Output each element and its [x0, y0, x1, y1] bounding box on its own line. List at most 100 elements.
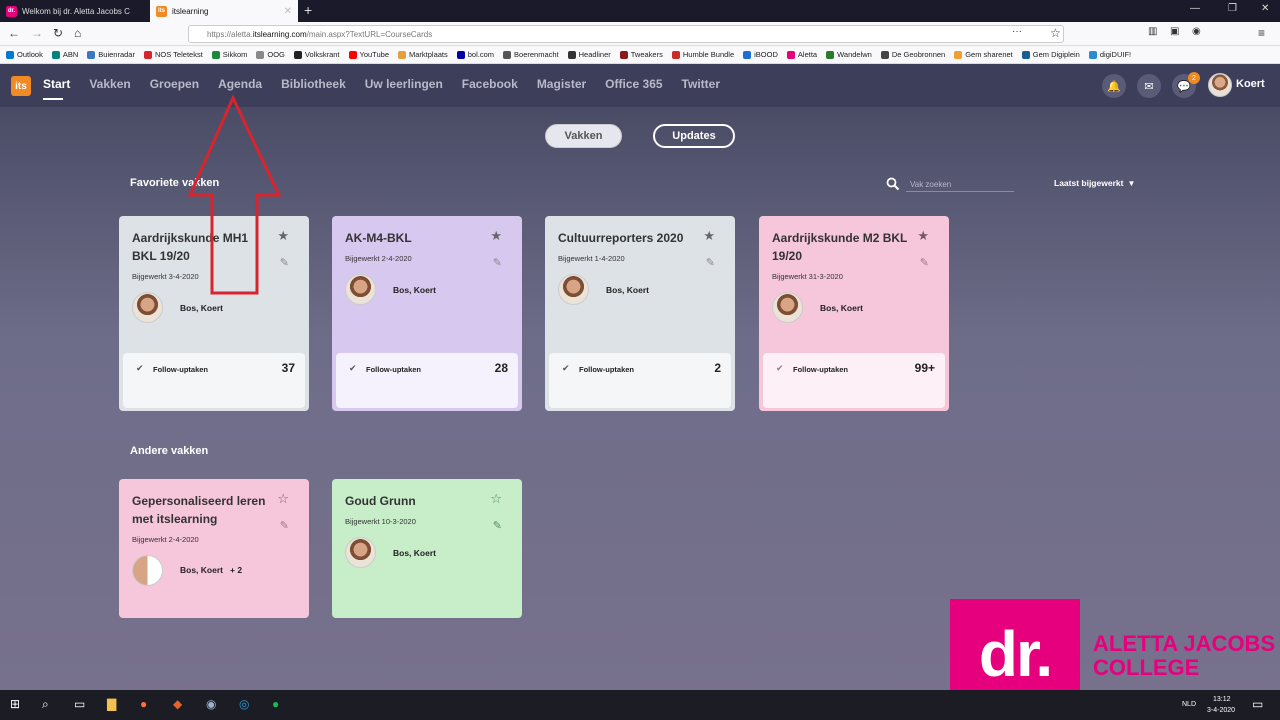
sort-dropdown[interactable]: Laatst bijgewerkt ▼: [1054, 178, 1135, 188]
bookmark-item[interactable]: Aletta: [786, 50, 817, 59]
library-icon[interactable]: ▥: [1148, 26, 1157, 37]
tab-itslearning[interactable]: its itslearning ✕: [150, 0, 298, 22]
pencil-icon[interactable]: ✎: [493, 256, 502, 269]
star-outline-icon[interactable]: ☆: [490, 491, 502, 507]
spotify-icon[interactable]: ●: [272, 697, 279, 711]
back-icon[interactable]: ←: [8, 26, 20, 40]
pencil-icon[interactable]: ✎: [280, 519, 289, 532]
bookmark-item[interactable]: Outlook: [6, 50, 43, 59]
notifications-bell-icon[interactable]: 🔔: [1102, 74, 1126, 98]
tab-aletta[interactable]: dr. Welkom bij dr. Aletta Jacobs C: [0, 0, 150, 22]
bookmark-item[interactable]: ABN: [51, 50, 78, 59]
course-title[interactable]: Goud Grunn: [345, 492, 485, 510]
follow-up-panel[interactable]: ✔ Follow-uptaken 99+: [763, 353, 945, 408]
bookmark-item[interactable]: iBOOD: [743, 50, 778, 59]
minimize-icon[interactable]: —: [1190, 3, 1200, 14]
course-card[interactable]: Goud Grunn Bijgewerkt 10-3-2020 ☆ ✎ Bos,…: [332, 479, 522, 618]
bookmark-item[interactable]: Humble Bundle: [671, 50, 734, 59]
nav-facebook[interactable]: Facebook: [462, 77, 518, 91]
bookmark-item[interactable]: Gem sharenet: [954, 50, 1013, 59]
home-icon[interactable]: ⌂: [74, 26, 81, 40]
brave-icon[interactable]: ◆: [173, 697, 182, 711]
course-title[interactable]: AK-M4-BKL: [345, 229, 485, 247]
close-window-icon[interactable]: ✕: [1261, 3, 1269, 14]
star-filled-icon[interactable]: ★: [490, 228, 502, 244]
notification-center-icon[interactable]: ▭: [1252, 697, 1263, 711]
star-filled-icon[interactable]: ★: [703, 228, 715, 244]
user-name[interactable]: Koert: [1236, 78, 1265, 90]
clock-date[interactable]: 3-4-2020: [1207, 707, 1235, 714]
toggle-updates[interactable]: Updates: [653, 124, 735, 148]
sidebar-icon[interactable]: ▣: [1170, 26, 1179, 37]
bookmark-item[interactable]: Boerenmacht: [503, 50, 559, 59]
file-explorer-icon[interactable]: ▇: [107, 697, 116, 711]
course-card[interactable]: Aardrijkskunde MH1 BKL 19/20 Bijgewerkt …: [119, 216, 309, 411]
bookmark-star-icon[interactable]: ☆: [1050, 26, 1061, 40]
course-title[interactable]: Aardrijkskunde MH1 BKL 19/20: [132, 229, 272, 265]
course-title[interactable]: Cultuurreporters 2020: [558, 229, 718, 247]
bookmark-item[interactable]: Volkskrant: [293, 50, 340, 59]
course-card[interactable]: Gepersonaliseerd leren met itslearning B…: [119, 479, 309, 618]
pencil-icon[interactable]: ✎: [280, 256, 289, 269]
bookmark-item[interactable]: Marktplaats: [398, 50, 448, 59]
follow-up-panel[interactable]: ✔ Follow-uptaken 37: [123, 353, 305, 408]
follow-up-panel[interactable]: ✔ Follow-uptaken 2: [549, 353, 731, 408]
bookmark-item[interactable]: bol.com: [456, 50, 494, 59]
course-card[interactable]: Aardrijkskunde M2 BKL 19/20 Bijgewerkt 3…: [759, 216, 949, 411]
course-search-input[interactable]: [906, 177, 1014, 192]
follow-up-panel[interactable]: ✔ Follow-uptaken 28: [336, 353, 518, 408]
itslearning-logo[interactable]: its: [11, 76, 31, 96]
firefox-icon[interactable]: ●: [140, 697, 147, 711]
bookmark-item[interactable]: Tweakers: [619, 50, 663, 59]
nav-twitter[interactable]: Twitter: [682, 77, 720, 91]
pencil-icon[interactable]: ✎: [493, 519, 502, 532]
bookmark-item[interactable]: Headliner: [567, 50, 611, 59]
bookmark-item[interactable]: De Geobronnen: [880, 50, 945, 59]
steam-icon[interactable]: ◉: [206, 697, 216, 711]
star-outline-icon[interactable]: ☆: [277, 491, 289, 507]
pencil-icon[interactable]: ✎: [706, 256, 715, 269]
app-icon[interactable]: ◎: [239, 697, 249, 711]
bookmark-item[interactable]: YouTube: [348, 50, 389, 59]
close-tab-icon[interactable]: ✕: [284, 6, 292, 17]
account-icon[interactable]: ◉: [1192, 26, 1201, 37]
nav-magister[interactable]: Magister: [537, 77, 586, 91]
nav-office-365[interactable]: Office 365: [605, 77, 662, 91]
nav-uw-leerlingen[interactable]: Uw leerlingen: [365, 77, 443, 91]
more-icon[interactable]: ···: [1012, 26, 1022, 37]
course-card[interactable]: Cultuurreporters 2020 Bijgewerkt 1-4-202…: [545, 216, 735, 411]
language-indicator[interactable]: NLD: [1182, 701, 1196, 708]
bookmark-item[interactable]: Sikkom: [211, 50, 247, 59]
clock-time[interactable]: 13:12: [1213, 696, 1231, 703]
nav-bibliotheek[interactable]: Bibliotheek: [281, 77, 346, 91]
bookmark-item[interactable]: Wandelwn: [826, 50, 872, 59]
windows-start-icon[interactable]: ⊞: [10, 697, 20, 711]
nav-agenda[interactable]: Agenda: [218, 77, 262, 91]
course-card[interactable]: AK-M4-BKL Bijgewerkt 2-4-2020 ★ ✎ Bos, K…: [332, 216, 522, 411]
maximize-icon[interactable]: ❐: [1228, 3, 1237, 14]
star-filled-icon[interactable]: ★: [277, 228, 289, 244]
user-avatar[interactable]: [1208, 73, 1232, 97]
bookmark-item[interactable]: Buienradar: [87, 50, 135, 59]
course-title[interactable]: Aardrijkskunde M2 BKL 19/20: [772, 229, 912, 265]
nav-groepen[interactable]: Groepen: [150, 77, 199, 91]
menu-icon[interactable]: ≡: [1258, 26, 1265, 40]
bookmark-item[interactable]: NOS Teletekst: [143, 50, 203, 59]
bookmark-item[interactable]: OOG: [256, 50, 285, 59]
mail-icon[interactable]: ✉: [1137, 74, 1161, 98]
star-filled-icon[interactable]: ★: [917, 228, 929, 244]
bookmark-item[interactable]: digiDUIF!: [1088, 50, 1131, 59]
taskbar-search-icon[interactable]: ⌕: [42, 697, 49, 712]
forward-icon[interactable]: →: [31, 26, 43, 40]
toggle-vakken[interactable]: Vakken: [545, 124, 622, 148]
search-icon[interactable]: [886, 177, 900, 191]
new-tab-button[interactable]: +: [304, 2, 312, 18]
task-view-icon[interactable]: ▭: [74, 697, 85, 711]
pencil-icon[interactable]: ✎: [920, 256, 929, 269]
course-title[interactable]: Gepersonaliseerd leren met itslearning: [132, 492, 272, 528]
address-bar[interactable]: https://aletta. itslearning.com/main.aspx…: [188, 25, 1064, 43]
reload-icon[interactable]: ↻: [53, 26, 63, 40]
nav-start[interactable]: Start: [43, 77, 70, 100]
nav-vakken[interactable]: Vakken: [89, 77, 130, 91]
bookmark-item[interactable]: Gem Digiplein: [1021, 50, 1080, 59]
